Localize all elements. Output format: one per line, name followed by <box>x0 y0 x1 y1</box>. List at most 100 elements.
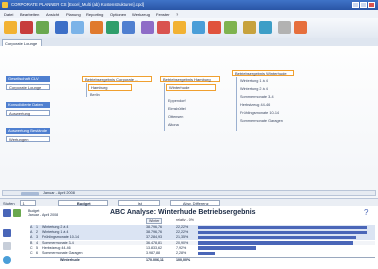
table-view-icon[interactable] <box>13 209 21 217</box>
structure-icon[interactable] <box>141 21 154 34</box>
row-name: Frühlingsmonate 10-14 <box>42 235 79 240</box>
node-item-5[interactable]: Frühlingsmonate 10-14 <box>240 111 279 115</box>
help-icon[interactable]: ? <box>364 209 372 217</box>
row-value: 38.796,76 <box>146 230 162 235</box>
export-icon[interactable] <box>208 21 221 34</box>
difference-select[interactable]: Abw. Differenz <box>170 199 220 206</box>
row-bar <box>198 246 257 250</box>
node-konsolidierte[interactable]: Konsolidierte Daten <box>6 102 50 108</box>
row-bar <box>198 230 367 235</box>
scroll-thumb[interactable] <box>21 191 39 196</box>
menu-reporting[interactable]: Reporting <box>86 12 103 17</box>
row-bar <box>198 225 367 229</box>
grid-icon[interactable] <box>278 21 291 34</box>
total-row: Winterhude 170.006,11 100,00% <box>30 257 375 263</box>
row-class: C <box>30 251 33 255</box>
node-berlin[interactable]: Berlin <box>90 93 100 97</box>
copy-icon[interactable] <box>55 21 68 34</box>
paste-icon[interactable] <box>71 21 84 34</box>
node-gesellschaft[interactable]: Gesellschaft CLV <box>6 76 50 82</box>
minimize-button[interactable] <box>352 2 359 8</box>
report-title: ABC Analyse: Winterhude Betriebsergebnis <box>110 209 256 216</box>
node-item-2[interactable]: Wintertung 2 á 4 <box>240 87 268 91</box>
close-button[interactable] <box>368 2 375 8</box>
tab-corporate-lounge[interactable]: Corporate Lounge <box>2 39 42 46</box>
row-name: Sommermonate Garagen <box>42 251 83 255</box>
stufen-label: Stufen <box>3 200 15 206</box>
report-period: Januar - April 2008 <box>28 213 59 217</box>
horizontal-scrollbar[interactable]: Januar - April 2008 <box>2 190 376 196</box>
node-item-4[interactable]: Herbstzeug 44-46 <box>240 103 270 107</box>
row-percent: 20,90% <box>176 240 189 245</box>
node-item-1[interactable]: Wintertung 1 á 4 <box>240 79 268 83</box>
node-winterhude[interactable]: Winterhude <box>166 84 216 91</box>
menu-tools[interactable]: Werkzeug <box>132 12 150 17</box>
chart-type-icon[interactable] <box>3 209 11 217</box>
node-ottensen[interactable]: Ottensen <box>168 115 183 119</box>
node-altona[interactable]: Altona <box>168 123 179 127</box>
info-icon[interactable] <box>3 256 11 264</box>
table-row[interactable]: C 5 Herbstzeug 44-46 13.833,62 7,92% <box>30 245 375 251</box>
print-icon[interactable] <box>224 21 237 34</box>
chart-icon[interactable] <box>106 21 119 34</box>
row-value: 13.833,62 <box>146 245 162 250</box>
ist-select[interactable]: Ist <box>118 199 160 206</box>
node-auswertung-bestande[interactable]: Auswertung Bestände <box>6 128 50 134</box>
row-class: A <box>30 235 33 240</box>
row-rank: 5 <box>36 245 38 250</box>
total-value: 170.006,11 <box>146 258 164 262</box>
menu-options[interactable]: Optionen <box>110 12 126 17</box>
table-icon[interactable] <box>122 21 135 34</box>
total-name: Winterhude <box>60 258 80 262</box>
open-icon[interactable] <box>20 21 33 34</box>
print-report-icon[interactable] <box>3 242 11 250</box>
row-percent: 22,22% <box>176 230 189 235</box>
menu-window[interactable]: Fenster <box>156 12 170 17</box>
stufen-select[interactable]: 1 <box>20 199 36 206</box>
alert-icon[interactable] <box>294 21 307 34</box>
menu-file[interactable]: Datei <box>4 12 13 17</box>
report-icon[interactable] <box>192 21 205 34</box>
table-row[interactable]: A 3 Frühlingsmonate 10-14 37.284,93 21,35% <box>30 235 375 240</box>
node-eppendorf[interactable]: Eppendorf <box>168 99 186 103</box>
window-titlebar: CORPORATE PLANNER CS [Excel_Multi (ab) K… <box>0 0 378 10</box>
row-rank: 3 <box>36 235 38 240</box>
new-icon[interactable] <box>4 21 17 34</box>
budget-select[interactable]: Budget <box>58 199 108 206</box>
col3-connector <box>236 77 237 131</box>
node-item-6[interactable]: Sommermonate Garagen <box>240 119 283 123</box>
node-wertungen[interactable]: Wertungen <box>6 136 50 142</box>
col-header-value[interactable]: Winter <box>146 218 163 224</box>
node-corporate-lounge[interactable]: Corporate Lounge <box>6 84 50 90</box>
node-item-3[interactable]: Sommermonate 3-4 <box>240 95 274 99</box>
node-col1-header[interactable]: Betriebsergebnis Corporate ... <box>82 76 152 82</box>
settings-icon[interactable] <box>243 21 256 34</box>
bar-chart-icon[interactable] <box>3 229 11 237</box>
cut-icon[interactable] <box>90 21 103 34</box>
total-pct: 100,00% <box>176 258 191 262</box>
row-value: 3.987,88 <box>146 251 160 255</box>
maximize-button[interactable] <box>360 2 367 8</box>
row-rank: 4 <box>36 240 38 245</box>
table-row[interactable]: A 2 Wintertung 1 á 4 38.796,76 22,22% <box>30 230 375 235</box>
toolbar <box>0 18 378 39</box>
table-row[interactable]: A 1 Wintertung 2 á 4 38.796,76 22,22% <box>30 225 375 230</box>
menu-edit[interactable]: Bearbeiten <box>20 12 39 17</box>
menu-help[interactable]: ? <box>176 12 178 17</box>
node-hamburg[interactable]: Hamburg <box>88 84 132 91</box>
table-row[interactable]: B 4 Sommermonate 3-4 36.478,81 20,90% <box>30 240 375 246</box>
menu-planning[interactable]: Planung <box>66 12 81 17</box>
menu-view[interactable]: Ansicht <box>46 12 59 17</box>
col-header-pct: relativ - 0% <box>176 218 194 222</box>
node-col2-header[interactable]: Betriebsergebnis Hamburg <box>160 76 220 82</box>
filter-icon[interactable] <box>157 21 170 34</box>
table-row[interactable]: C 6 Sommermonate Garagen 3.987,88 2,28% <box>30 251 375 256</box>
star-icon[interactable] <box>173 21 186 34</box>
node-eimsbuettel[interactable]: Eimsbüttel <box>168 107 186 111</box>
row-percent: 21,35% <box>176 235 189 240</box>
save-icon[interactable] <box>36 21 49 34</box>
node-auswertung[interactable]: Auswertung <box>6 110 50 116</box>
row-bar <box>198 251 216 255</box>
calculator-icon[interactable] <box>259 21 272 34</box>
node-col3-header[interactable]: Betriebsergebnis Winterhude <box>232 70 294 76</box>
